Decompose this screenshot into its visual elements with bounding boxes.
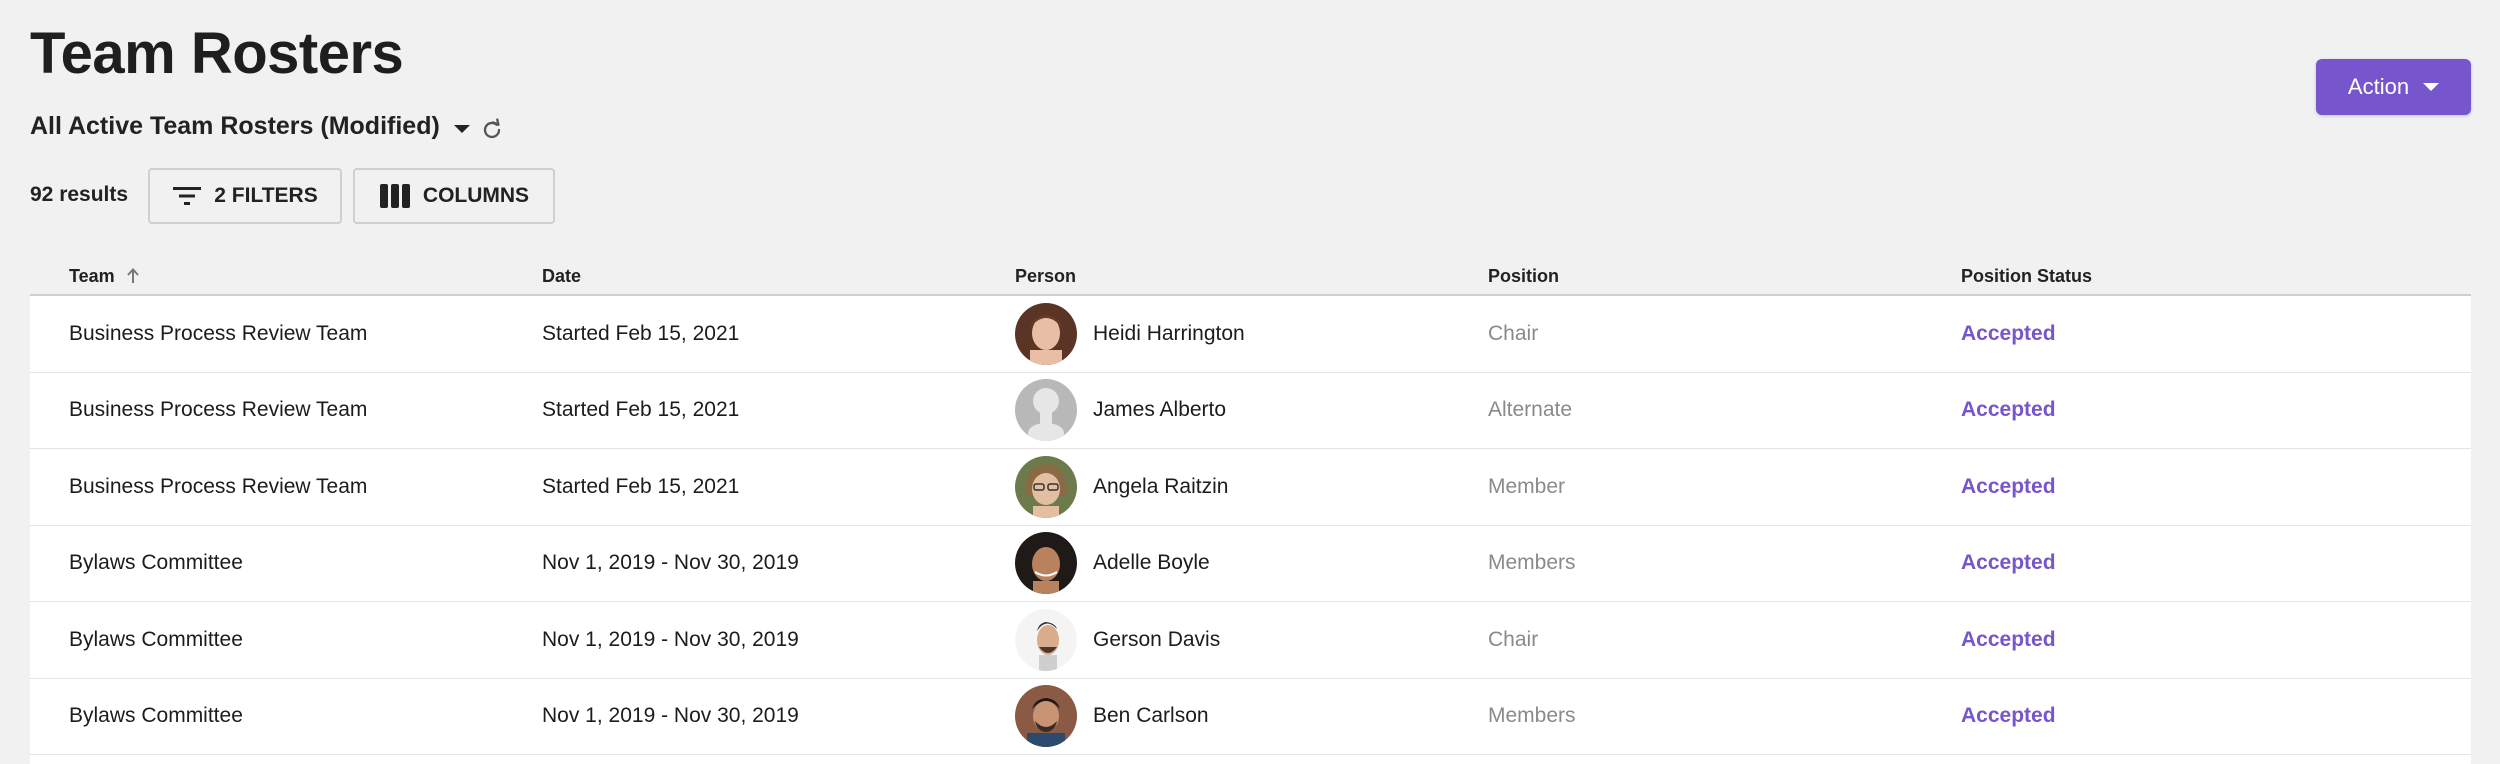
person-name: Ben Carlson — [1093, 704, 1209, 728]
person-name: Angela Raitzin — [1093, 474, 1229, 498]
page-title: Team Rosters — [30, 21, 404, 86]
position-cell: Member — [1488, 474, 1566, 498]
roster-table: Team Date Person Position Position Statu… — [30, 258, 2471, 764]
column-header-person[interactable]: Person — [976, 266, 1449, 287]
avatar — [1015, 685, 1077, 748]
column-header-date[interactable]: Date — [503, 266, 976, 287]
person-cell: Ben Carlson — [976, 685, 1449, 748]
columns-icon — [379, 184, 410, 208]
column-header-team-label: Team — [69, 265, 115, 286]
date-cell: Started Feb 15, 2021 — [542, 474, 740, 498]
table-row[interactable]: Business Process Review Team Started Feb… — [30, 372, 2471, 449]
columns-button[interactable]: COLUMNS — [353, 168, 555, 224]
person-name: Heidi Harrington — [1093, 321, 1245, 345]
results-count: 92 results — [30, 183, 129, 206]
action-button-label: Action — [2347, 74, 2410, 99]
date-cell: Nov 1, 2019 - Nov 30, 2019 — [542, 704, 799, 728]
columns-button-label: COLUMNS — [422, 184, 530, 207]
table-row[interactable]: Bylaws Committee Nov 1, 2019 - Nov 30, 2… — [30, 678, 2471, 755]
filter-icon — [173, 187, 202, 205]
person-cell: Adelle Boyle — [976, 532, 1449, 595]
team-cell: Bylaws Committee — [69, 551, 243, 575]
caret-down-icon — [453, 124, 470, 133]
filters-button-label: 2 FILTERS — [214, 184, 318, 207]
person-cell: Gerson Davis — [976, 608, 1449, 671]
view-selector-label: All Active Team Rosters (Modified) — [30, 112, 440, 140]
status-cell: Accepted — [1961, 627, 2056, 651]
status-cell: Accepted — [1961, 551, 2056, 575]
filters-button[interactable]: 2 FILTERS — [148, 168, 342, 224]
avatar — [1015, 608, 1077, 671]
table-row[interactable] — [30, 755, 2471, 764]
person-cell: Angela Raitzin — [976, 455, 1449, 518]
refresh-icon[interactable] — [478, 116, 506, 144]
column-header-position[interactable]: Position — [1449, 266, 1922, 287]
team-cell: Bylaws Committee — [69, 704, 243, 728]
team-cell: Business Process Review Team — [69, 398, 368, 422]
avatar — [1015, 455, 1077, 518]
avatar — [1015, 532, 1077, 595]
table-row[interactable]: Business Process Review Team Started Feb… — [30, 296, 2471, 373]
position-cell: Members — [1488, 551, 1576, 575]
status-cell: Accepted — [1961, 398, 2056, 422]
column-header-status[interactable]: Position Status — [1922, 266, 2471, 287]
position-cell: Chair — [1488, 321, 1539, 345]
status-cell: Accepted — [1961, 704, 2056, 728]
position-cell: Chair — [1488, 627, 1539, 651]
date-cell: Nov 1, 2019 - Nov 30, 2019 — [542, 551, 799, 575]
date-cell: Nov 1, 2019 - Nov 30, 2019 — [542, 627, 799, 651]
team-cell: Business Process Review Team — [69, 321, 368, 345]
person-name: Adelle Boyle — [1093, 551, 1210, 575]
view-selector[interactable]: All Active Team Rosters (Modified) — [30, 112, 470, 141]
status-cell: Accepted — [1961, 474, 2056, 498]
person-name: Gerson Davis — [1093, 627, 1221, 651]
table-header: Team Date Person Position Position Statu… — [30, 258, 2471, 296]
date-cell: Started Feb 15, 2021 — [542, 321, 740, 345]
team-cell: Bylaws Committee — [69, 627, 243, 651]
date-cell: Started Feb 15, 2021 — [542, 398, 740, 422]
caret-down-icon — [2423, 83, 2440, 91]
person-name: James Alberto — [1093, 398, 1227, 422]
person-cell: Heidi Harrington — [976, 302, 1449, 365]
table-row[interactable]: Business Process Review Team Started Feb… — [30, 449, 2471, 526]
team-cell: Business Process Review Team — [69, 474, 368, 498]
column-header-team[interactable]: Team — [30, 266, 503, 287]
table-row[interactable]: Bylaws Committee Nov 1, 2019 - Nov 30, 2… — [30, 602, 2471, 679]
sort-up-icon[interactable] — [125, 267, 141, 285]
avatar — [1015, 302, 1077, 365]
position-cell: Alternate — [1488, 398, 1573, 422]
person-cell: James Alberto — [976, 379, 1449, 442]
avatar — [1015, 379, 1077, 442]
status-cell: Accepted — [1961, 321, 2056, 345]
position-cell: Members — [1488, 704, 1576, 728]
table-row[interactable]: Bylaws Committee Nov 1, 2019 - Nov 30, 2… — [30, 525, 2471, 602]
action-button[interactable]: Action — [2316, 59, 2471, 115]
